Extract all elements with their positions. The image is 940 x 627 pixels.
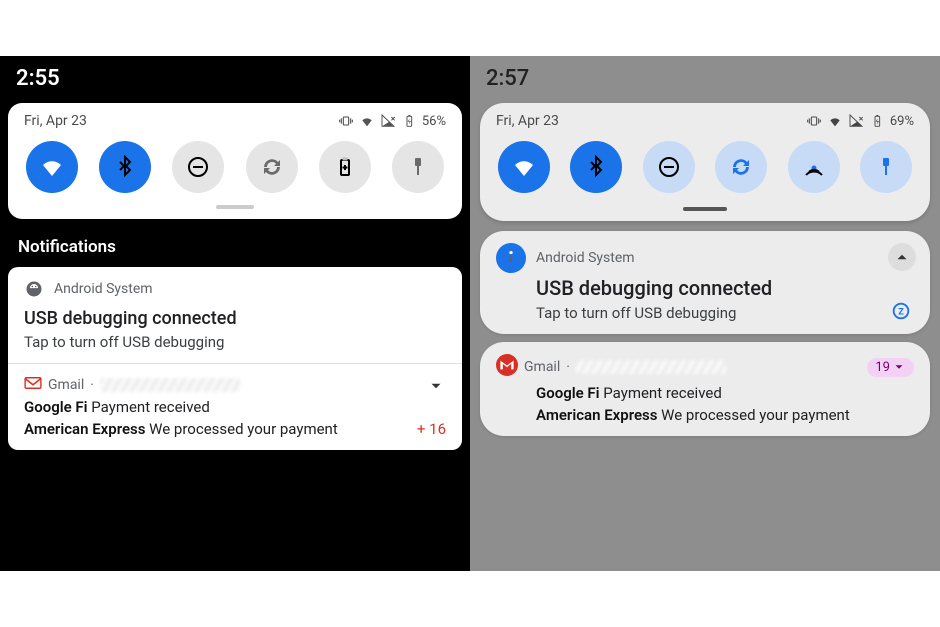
notification-app-name: Android System: [54, 281, 153, 297]
battery-percent: 69%: [890, 114, 914, 129]
pane-android-11: 2:55 Fri, Apr 23 56%: [0, 56, 470, 571]
battery-status-icon: [869, 113, 885, 129]
notifications-header: Notifications: [0, 231, 470, 267]
gmail-icon: [24, 376, 42, 394]
collapse-toggle[interactable]: [888, 243, 916, 271]
vibrate-icon: [338, 113, 354, 129]
notification-app-name: Gmail: [48, 377, 84, 393]
qs-toggle-row: [24, 141, 446, 193]
battery-status-icon: [401, 113, 417, 129]
wifi-icon: [40, 155, 64, 179]
status-icons-cluster: 56%: [338, 113, 446, 129]
qs-drag-handle[interactable]: [683, 207, 727, 211]
notification-subtitle: Tap to turn off USB debugging: [24, 333, 446, 351]
notification-app-name: Android System: [536, 250, 635, 266]
status-time: 2:57: [470, 56, 940, 97]
pane-android-12: 2:57 Fri, Apr 23 69%: [470, 56, 940, 571]
chevron-down-icon: [427, 377, 445, 395]
notification-title: USB debugging connected: [24, 307, 446, 331]
notification-subtitle: Tap to turn off USB debugging: [536, 304, 914, 322]
expand-toggle[interactable]: [422, 372, 450, 400]
bluetooth-icon: [113, 155, 137, 179]
wifi-status-icon: [359, 113, 375, 129]
qs-bluetooth-toggle[interactable]: [570, 141, 622, 193]
qs-flashlight-toggle[interactable]: [392, 141, 444, 193]
gmail-line-2: American Express We processed your payme…: [536, 406, 914, 424]
qs-toggle-row: [496, 141, 914, 193]
notification-title: USB debugging connected: [536, 275, 914, 302]
android-system-icon: [24, 279, 44, 299]
notification-app-name: Gmail: [524, 359, 560, 375]
quick-settings-panel: Fri, Apr 23 56%: [8, 103, 462, 219]
overflow-count: + 16: [417, 420, 446, 438]
flashlight-icon: [874, 155, 898, 179]
bluetooth-icon: [584, 155, 608, 179]
notification-card-gmail[interactable]: Gmail · 19 Google Fi Payment received Am…: [480, 342, 930, 436]
notification-card-system[interactable]: Android System USB debugging connected T…: [480, 231, 930, 334]
wifi-status-icon: [827, 113, 843, 129]
qs-wifi-toggle[interactable]: [498, 141, 550, 193]
gmail-line-2: American Express We processed your payme…: [24, 420, 446, 438]
qs-date: Fri, Apr 23: [496, 113, 559, 129]
autorotate-icon: [260, 155, 284, 179]
dnd-icon: [657, 155, 681, 179]
redacted-sender: [100, 378, 240, 392]
count-badge[interactable]: 19: [867, 358, 914, 377]
quick-settings-panel: Fri, Apr 23 69%: [480, 103, 930, 221]
divider: [8, 363, 462, 364]
redacted-sender: [576, 360, 726, 374]
android-system-icon: [496, 243, 526, 273]
cellular-status-icon: [848, 113, 864, 129]
status-icons-cluster: 69%: [806, 113, 914, 129]
status-time: 2:55: [0, 56, 470, 97]
battery-icon: [333, 155, 357, 179]
cellular-status-icon: [380, 113, 396, 129]
dnd-icon: [186, 155, 210, 179]
snooze-button[interactable]: [890, 300, 912, 322]
chevron-down-icon: [892, 360, 906, 374]
qs-bluetooth-toggle[interactable]: [99, 141, 151, 193]
snooze-icon: [890, 300, 912, 322]
qs-hotspot-toggle[interactable]: [788, 141, 840, 193]
gmail-line-1: Google Fi Payment received: [536, 384, 914, 402]
qs-dnd-toggle[interactable]: [172, 141, 224, 193]
gmail-line-1: Google Fi Payment received: [24, 398, 446, 416]
wifi-icon: [512, 155, 536, 179]
qs-autorotate-toggle[interactable]: [715, 141, 767, 193]
flashlight-icon: [406, 155, 430, 179]
autorotate-icon: [729, 155, 753, 179]
qs-drag-handle[interactable]: [216, 205, 254, 209]
hotspot-icon: [802, 155, 826, 179]
qs-batterysaver-toggle[interactable]: [319, 141, 371, 193]
vibrate-icon: [806, 113, 822, 129]
notification-card-combined[interactable]: Android System USB debugging connected T…: [8, 267, 462, 450]
qs-dnd-toggle[interactable]: [643, 141, 695, 193]
qs-autorotate-toggle[interactable]: [246, 141, 298, 193]
qs-flashlight-toggle[interactable]: [860, 141, 912, 193]
qs-date: Fri, Apr 23: [24, 113, 87, 129]
battery-percent: 56%: [422, 114, 446, 129]
qs-wifi-toggle[interactable]: [26, 141, 78, 193]
chevron-up-icon: [893, 248, 911, 266]
gmail-icon: [496, 354, 518, 380]
